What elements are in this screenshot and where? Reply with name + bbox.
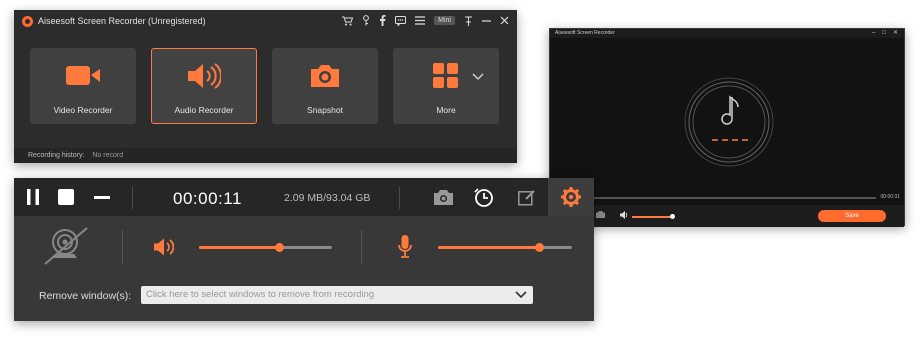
recorder-tiles: Video Recorder Audio Recorder Snapshot M… bbox=[30, 48, 499, 124]
file-size: 2.09 MB/93.04 GB bbox=[284, 192, 371, 204]
preview-volume-slider[interactable] bbox=[632, 216, 674, 218]
chevron-down-icon[interactable] bbox=[515, 291, 527, 299]
screenshot-camera-icon[interactable] bbox=[434, 190, 453, 205]
timer-clock-icon[interactable] bbox=[474, 188, 494, 208]
stop-icon[interactable] bbox=[58, 189, 74, 205]
menu-icon[interactable] bbox=[415, 16, 426, 25]
speaker-icon bbox=[187, 63, 221, 89]
close-icon[interactable] bbox=[500, 16, 509, 25]
toolbar-divider bbox=[132, 187, 133, 209]
remove-window-placeholder: Click here to select windows to remove f… bbox=[146, 289, 375, 300]
camera-icon bbox=[309, 63, 341, 89]
app-logo bbox=[22, 15, 33, 27]
recording-timer: 00:00:11 bbox=[173, 189, 242, 208]
edit-pen-icon[interactable] bbox=[518, 189, 536, 206]
pin-icon[interactable] bbox=[464, 16, 473, 26]
cart-icon[interactable] bbox=[342, 16, 354, 26]
microphone-icon[interactable] bbox=[398, 235, 412, 259]
pause-icon[interactable] bbox=[26, 189, 40, 205]
system-volume-knob[interactable] bbox=[274, 243, 284, 252]
main-window-title: Aiseesoft Screen Recorder (Unregistered) bbox=[38, 16, 206, 26]
preview-window-title: Aiseesoft Screen Recorder bbox=[555, 30, 615, 36]
grid-icon bbox=[433, 63, 459, 89]
more-tile[interactable]: More bbox=[393, 48, 499, 124]
more-label: More bbox=[436, 105, 456, 115]
mini-button[interactable]: Mini bbox=[434, 16, 455, 25]
video-camera-icon bbox=[66, 63, 100, 87]
preview-volume-icon[interactable] bbox=[620, 211, 629, 219]
chevron-down-icon[interactable] bbox=[472, 73, 484, 80]
panel-divider bbox=[122, 230, 123, 264]
system-volume-slider[interactable] bbox=[199, 243, 332, 252]
mic-volume-fill bbox=[438, 246, 539, 249]
preview-titlebar: Aiseesoft Screen Recorder – □ ✕ bbox=[550, 29, 904, 38]
remove-window-label: Remove window(s): bbox=[39, 290, 132, 302]
recording-toolbar: 00:00:11 2.09 MB/93.04 GB bbox=[14, 178, 594, 216]
title-icons: Mini bbox=[342, 15, 509, 26]
feedback-icon[interactable] bbox=[395, 15, 407, 26]
panel-divider bbox=[361, 230, 362, 264]
toolbar-divider bbox=[399, 187, 400, 209]
preview-camera-icon[interactable] bbox=[596, 211, 605, 218]
history-value: No record bbox=[92, 152, 124, 159]
settings-button[interactable] bbox=[548, 178, 594, 216]
video-recorder-tile[interactable]: Video Recorder bbox=[30, 48, 136, 124]
microphone-volume-slider[interactable] bbox=[438, 243, 572, 252]
playback-progress[interactable] bbox=[594, 197, 876, 199]
save-button[interactable]: Save bbox=[818, 210, 886, 222]
speaker-volume-icon[interactable] bbox=[154, 238, 174, 256]
main-window: Aiseesoft Screen Recorder (Unregistered)… bbox=[14, 10, 517, 163]
history-label: Recording history: bbox=[28, 152, 85, 159]
minimize-icon[interactable] bbox=[482, 16, 491, 25]
preview-bottom-bar: Save bbox=[550, 205, 904, 227]
playback-time: 00:00:31 bbox=[880, 194, 900, 200]
system-volume-fill bbox=[199, 246, 279, 249]
preview-close-icon[interactable]: ✕ bbox=[893, 29, 898, 38]
audio-recorder-tile[interactable]: Audio Recorder bbox=[151, 48, 257, 124]
preview-minimize-icon[interactable]: – bbox=[872, 29, 875, 38]
mic-volume-knob[interactable] bbox=[534, 243, 544, 252]
preview-maximize-icon[interactable]: □ bbox=[882, 29, 886, 38]
video-recorder-label: Video Recorder bbox=[53, 105, 113, 115]
audio-recorder-label: Audio Recorder bbox=[174, 105, 234, 115]
snapshot-tile[interactable]: Snapshot bbox=[272, 48, 378, 124]
recording-panel: 00:00:11 2.09 MB/93.04 GB Remove window(… bbox=[14, 178, 594, 321]
recording-history-bar[interactable]: Recording history: No record bbox=[14, 148, 517, 163]
snapshot-label: Snapshot bbox=[307, 105, 343, 115]
key-icon[interactable] bbox=[362, 15, 370, 26]
remove-window-select[interactable]: Click here to select windows to remove f… bbox=[141, 286, 533, 304]
gear-icon bbox=[561, 187, 581, 207]
preview-volume-knob[interactable] bbox=[670, 214, 675, 219]
minimize-toolbar-icon[interactable] bbox=[94, 196, 110, 199]
facebook-icon[interactable] bbox=[379, 15, 386, 26]
preview-window-controls: – □ ✕ bbox=[872, 29, 898, 38]
webcam-off-icon[interactable] bbox=[41, 226, 91, 266]
audio-visual-art bbox=[684, 77, 774, 167]
preview-window: Aiseesoft Screen Recorder – □ ✕ 00:00:31… bbox=[549, 28, 905, 227]
